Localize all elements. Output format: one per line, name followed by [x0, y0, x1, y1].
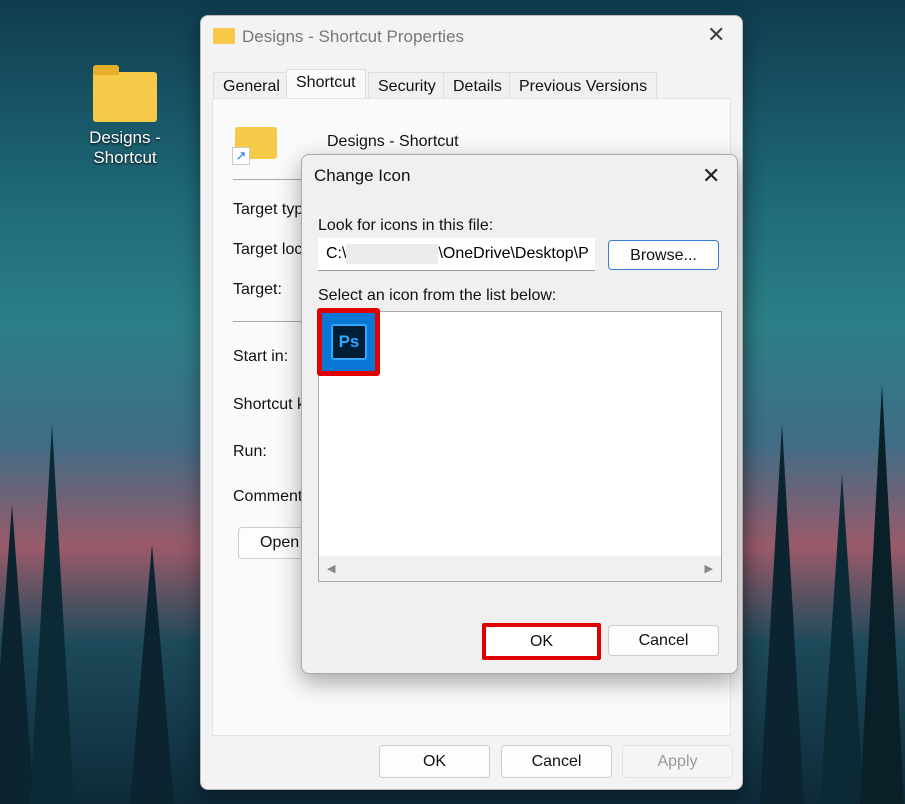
photoshop-icon: Ps — [331, 324, 367, 360]
scroll-left-icon[interactable]: ◀ — [327, 562, 335, 575]
tab-general[interactable]: General — [213, 72, 290, 99]
browse-button[interactable]: Browse... — [608, 240, 719, 270]
tab-shortcut[interactable]: Shortcut — [286, 69, 366, 99]
label-start-in: Start in: — [233, 348, 289, 365]
label-target-location: Target loc — [233, 241, 303, 258]
dialog-cancel-button[interactable]: Cancel — [608, 625, 719, 656]
apply-button[interactable]: Apply — [622, 745, 733, 778]
select-label: Select an icon from the list below: — [318, 287, 557, 304]
label-comment: Comment — [233, 488, 303, 505]
shortcut-arrow-icon: ↗ — [232, 147, 250, 165]
folder-icon — [213, 28, 235, 44]
scroll-right-icon[interactable]: ▶ — [705, 562, 713, 575]
close-icon[interactable]: ✕ — [707, 22, 725, 48]
dialog-title: Change Icon — [314, 166, 411, 185]
cancel-button[interactable]: Cancel — [501, 745, 612, 778]
close-icon[interactable]: ✕ — [702, 163, 720, 189]
label-shortcut-key: Shortcut k — [233, 396, 306, 413]
dialog-ok-button[interactable]: OK — [482, 623, 601, 660]
label-run: Run: — [233, 443, 267, 460]
look-label: Look for icons in this file: — [318, 217, 494, 234]
horizontal-scrollbar[interactable]: ◀ ▶ — [319, 556, 721, 581]
path-suffix: \OneDrive\Desktop\P — [438, 245, 589, 263]
selected-icon-photoshop[interactable]: Ps — [317, 308, 380, 376]
shortcut-name: Designs - Shortcut — [327, 133, 459, 150]
redacted-username — [346, 244, 439, 264]
tab-details[interactable]: Details — [443, 72, 512, 99]
label-target-type: Target typ — [233, 201, 304, 218]
tab-previous-versions[interactable]: Previous Versions — [509, 72, 658, 99]
path-prefix: C:\ — [326, 245, 347, 263]
tab-security[interactable]: Security — [368, 72, 446, 99]
window-title: Designs - Shortcut Properties — [242, 27, 465, 46]
file-path-input[interactable]: C:\ \OneDrive\Desktop\P — [318, 238, 595, 271]
folder-icon — [93, 65, 157, 122]
change-icon-dialog: Change Icon ✕ Look for icons in this fil… — [301, 154, 738, 674]
desktop-shortcut-icon[interactable]: Designs - Shortcut — [82, 65, 168, 168]
ok-button[interactable]: OK — [379, 745, 490, 778]
label-target: Target: — [233, 281, 282, 298]
desktop-icon-label: Designs - Shortcut — [89, 128, 161, 167]
